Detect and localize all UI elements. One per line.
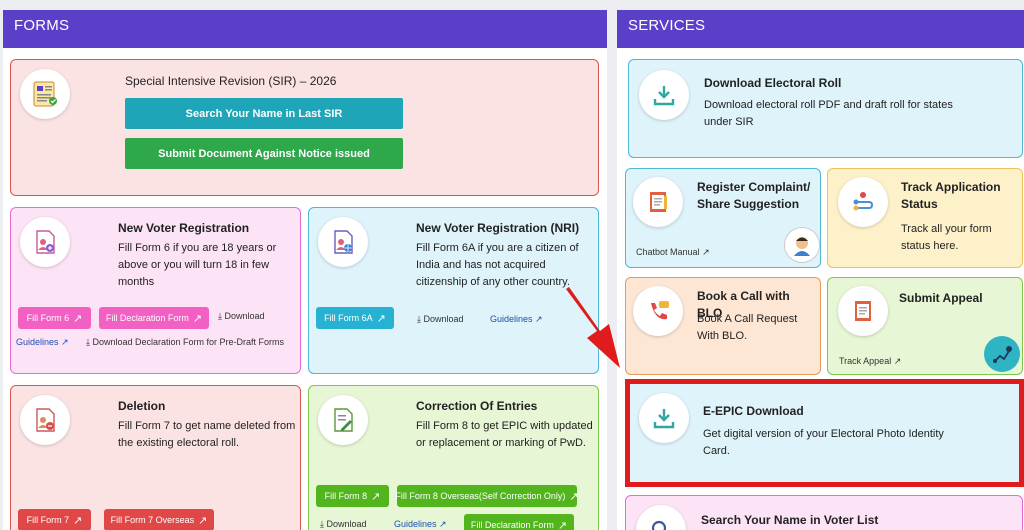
- search-voter-list-card[interactable]: Search Your Name in Voter List: [625, 495, 1023, 530]
- arrow-up-right-icon: ↗: [73, 312, 82, 325]
- e-epic-title: E-EPIC Download: [703, 403, 804, 420]
- appeal-form-icon: [838, 286, 888, 336]
- arrow-up-right-icon: ↗: [371, 490, 380, 503]
- correction-desc: Fill Form 8 to get EPIC with updated or …: [416, 418, 594, 452]
- track-status-title: Track Application Status: [901, 179, 1016, 213]
- fill-form-7-overseas-label: Fill Form 7 Overseas: [111, 515, 195, 525]
- complaint-card[interactable]: Register Complaint/ Share Suggestion Cha…: [625, 168, 821, 268]
- services-panel: SERVICES Download Electoral Roll Downloa…: [617, 10, 1024, 530]
- phone-chat-icon: [633, 286, 683, 336]
- voter-list-icon: [20, 69, 70, 119]
- fill-form-6a-label: Fill Form 6A: [324, 313, 373, 323]
- arrow-up-right-icon: ↗: [198, 514, 207, 527]
- complaint-title: Register Complaint/ Share Suggestion: [697, 179, 817, 213]
- fill-form-8-overseas-button[interactable]: Fill Form 8 Overseas(Self Correction Onl…: [397, 485, 577, 507]
- download-label: Download: [225, 311, 265, 321]
- correction-title: Correction Of Entries: [416, 398, 537, 415]
- fill-declaration-form-label: Fill Declaration Form: [471, 520, 554, 530]
- arrow-up-right-icon: ↗: [535, 314, 543, 324]
- fill-form-8-button[interactable]: Fill Form 8↗: [316, 485, 389, 507]
- appeal-card[interactable]: Submit Appeal Track Appeal ↗: [827, 277, 1023, 375]
- fill-form-8-overseas-label: Fill Form 8 Overseas(Self Correction Onl…: [395, 491, 565, 501]
- submit-document-button[interactable]: Submit Document Against Notice issued: [125, 138, 403, 169]
- arrow-up-right-icon: ↗: [569, 490, 578, 503]
- arrow-up-right-icon: ↗: [702, 247, 710, 257]
- blo-desc: Book A Call Request With BLO.: [697, 311, 807, 345]
- electoral-roll-desc: Download electoral roll PDF and draft ro…: [704, 97, 969, 131]
- download-label: Download: [424, 314, 464, 324]
- electoral-roll-card[interactable]: Download Electoral Roll Download elector…: [628, 59, 1023, 158]
- nri-guidelines-link[interactable]: Guidelines ↗: [490, 314, 543, 325]
- deletion-desc: Fill Form 7 to get name deleted from the…: [118, 418, 296, 452]
- chatbot-manual-label: Chatbot Manual: [636, 247, 700, 257]
- track-appeal-label: Track Appeal: [839, 356, 891, 366]
- new-voter-desc: Fill Form 6 if you are 18 years or above…: [118, 240, 296, 291]
- download-icon: [639, 393, 689, 443]
- search-icon: [636, 505, 686, 530]
- arrow-up-right-icon: ↗: [377, 312, 386, 325]
- deletion-title: Deletion: [118, 398, 165, 415]
- fill-form-8-label: Fill Form 8: [325, 491, 368, 501]
- arrow-up-right-icon: ↗: [61, 337, 69, 347]
- e-epic-card[interactable]: E-EPIC Download Get digital version of y…: [625, 379, 1024, 487]
- nri-card: New Voter Registration (NRI) Fill Form 6…: [308, 207, 599, 374]
- download-icon: ⤓: [417, 314, 421, 324]
- edit-doc-icon: [318, 395, 368, 445]
- download-icon: ⤓: [218, 311, 222, 321]
- correction-download-link[interactable]: ⤓ Download: [320, 519, 367, 530]
- deletion-card: Deletion Fill Form 7 to get name deleted…: [10, 385, 301, 530]
- fill-form-6a-button[interactable]: Fill Form 6A ↗: [316, 307, 394, 329]
- correction-card: Correction Of Entries Fill Form 8 to get…: [308, 385, 599, 530]
- download-declaration-link[interactable]: ⤓ Download Declaration Form for Pre-Draf…: [86, 337, 284, 348]
- nri-desc: Fill Form 6A if you are a citizen of Ind…: [416, 240, 594, 291]
- correction-guidelines-link[interactable]: Guidelines ↗: [394, 519, 447, 530]
- electoral-roll-title: Download Electoral Roll: [704, 75, 841, 92]
- route-tracking-icon: [838, 177, 888, 227]
- arrow-up-right-icon: ↗: [73, 514, 82, 527]
- blo-card[interactable]: Book a Call with BLO Book A Call Request…: [625, 277, 821, 375]
- sir-title: Special Intensive Revision (SIR) – 2026: [125, 73, 336, 90]
- fill-form-7-button[interactable]: Fill Form 7↗: [18, 509, 91, 530]
- route-pin-icon[interactable]: [984, 336, 1020, 372]
- guidelines-label: Guidelines: [490, 314, 533, 324]
- download-link[interactable]: ⤓ Download: [218, 311, 265, 322]
- fill-declaration-form-button[interactable]: Fill Declaration Form ↗: [99, 307, 209, 329]
- services-header: SERVICES: [617, 10, 1024, 48]
- forms-header: FORMS: [3, 10, 607, 48]
- new-voter-title: New Voter Registration: [118, 220, 249, 237]
- track-appeal-link[interactable]: Track Appeal ↗: [839, 356, 901, 367]
- complaint-form-icon: [633, 177, 683, 227]
- track-status-desc: Track all your form status here.: [901, 221, 1016, 255]
- voter-mitra-chatbot-icon[interactable]: [784, 227, 820, 263]
- search-last-sir-button[interactable]: Search Your Name in Last SIR: [125, 98, 403, 129]
- e-epic-desc: Get digital version of your Electoral Ph…: [703, 426, 958, 460]
- fill-form-7-overseas-button[interactable]: Fill Form 7 Overseas↗: [104, 509, 214, 530]
- fill-form-7-label: Fill Form 7: [27, 515, 70, 525]
- add-user-doc-icon: [20, 217, 70, 267]
- chatbot-manual-link[interactable]: Chatbot Manual ↗: [636, 247, 710, 258]
- arrow-up-right-icon: ↗: [193, 312, 202, 325]
- download-declaration-label: Download Declaration Form for Pre-Draft …: [93, 337, 285, 347]
- nri-download-link[interactable]: ⤓ Download: [417, 314, 464, 325]
- nri-user-doc-icon: [318, 217, 368, 267]
- search-voter-list-title: Search Your Name in Voter List: [701, 512, 878, 529]
- remove-user-doc-icon: [20, 395, 70, 445]
- fill-declaration-label: Fill Declaration Form: [106, 313, 189, 323]
- sir-card: Special Intensive Revision (SIR) – 2026 …: [10, 59, 599, 196]
- nri-title: New Voter Registration (NRI): [416, 220, 579, 237]
- new-voter-card: New Voter Registration Fill Form 6 if yo…: [10, 207, 301, 374]
- fill-form-6-button[interactable]: Fill Form 6↗: [18, 307, 91, 329]
- guidelines-link[interactable]: Guidelines ↗: [16, 337, 69, 348]
- guidelines-label: Guidelines: [16, 337, 59, 347]
- download-icon: ⤓: [86, 337, 90, 347]
- download-icon: [639, 70, 689, 120]
- forms-panel: FORMS Special Intensive Revision (SIR) –…: [3, 10, 607, 530]
- arrow-up-right-icon: ↗: [558, 519, 567, 530]
- appeal-title: Submit Appeal: [899, 290, 1014, 307]
- fill-form-6-label: Fill Form 6: [27, 313, 70, 323]
- track-status-card[interactable]: Track Application Status Track all your …: [827, 168, 1023, 268]
- arrow-up-right-icon: ↗: [894, 356, 902, 366]
